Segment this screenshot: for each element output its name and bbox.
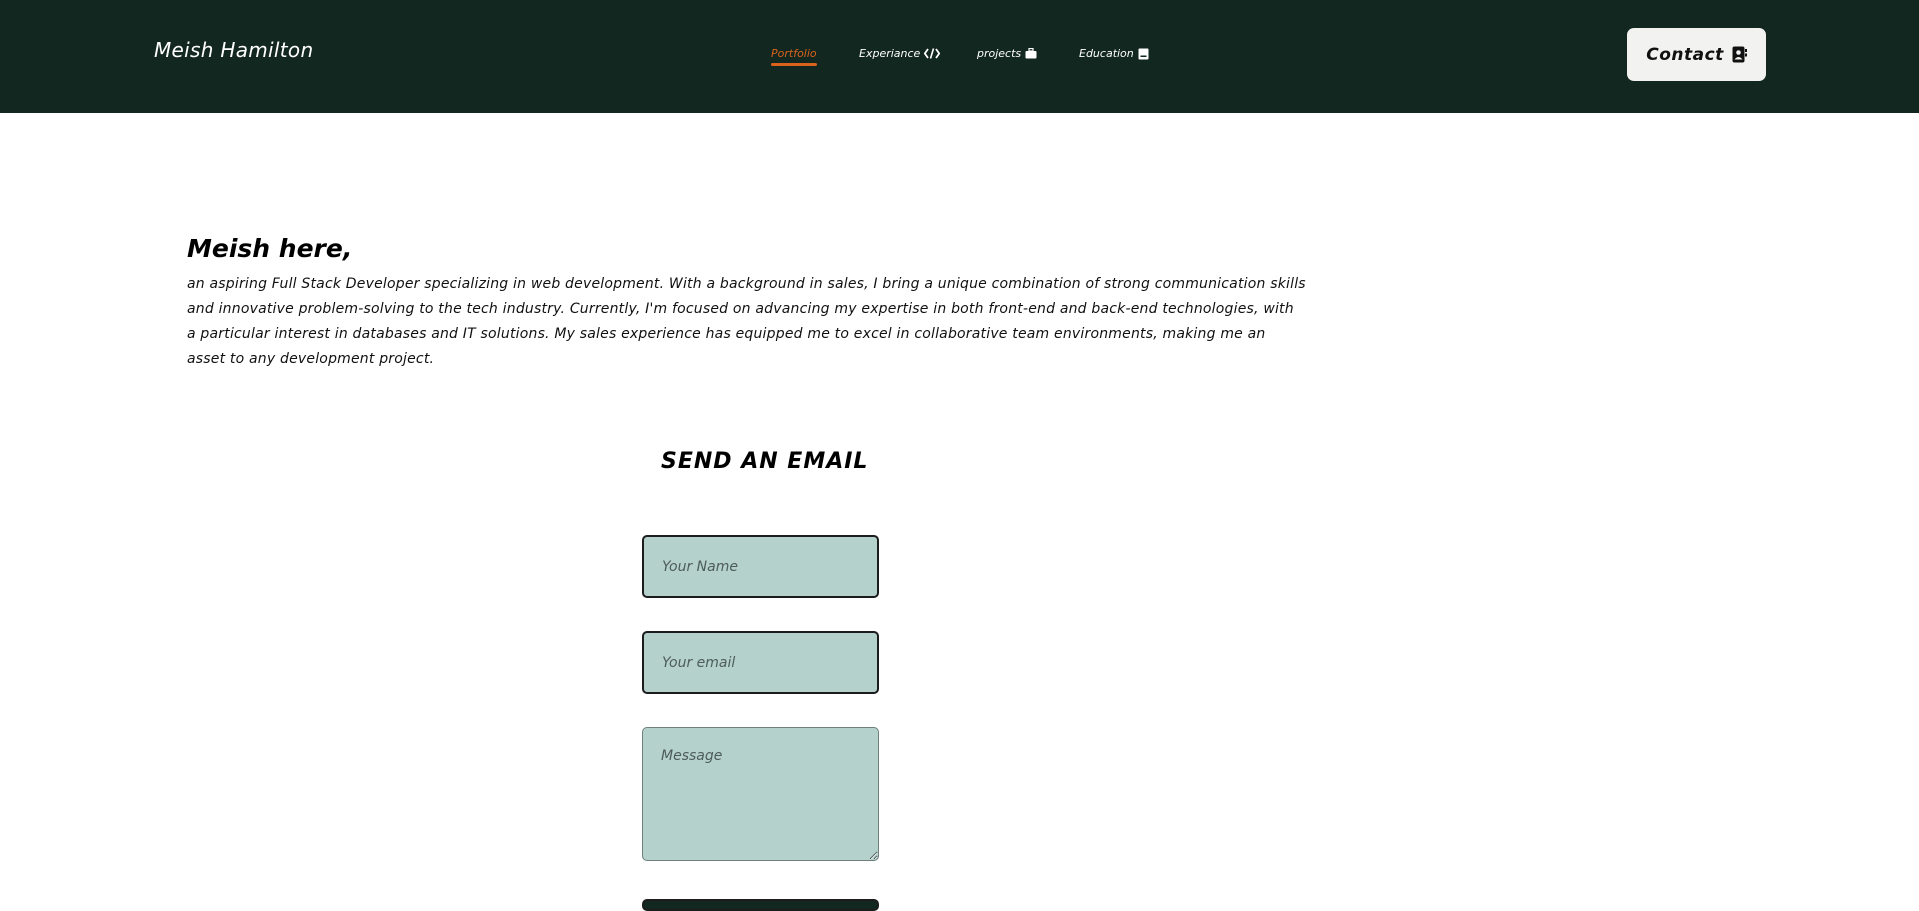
submit-button[interactable] <box>642 899 879 911</box>
briefcase-icon <box>1025 48 1037 59</box>
book-icon <box>1138 48 1149 60</box>
nav-link-education[interactable]: Education <box>1079 47 1149 60</box>
hero-description: an aspiring Full Stack Developer special… <box>187 276 1306 367</box>
email-input[interactable] <box>642 631 879 694</box>
form-title: SEND AN EMAIL <box>661 449 869 474</box>
nav-link-label: Portfolio <box>771 47 817 60</box>
brand-name[interactable]: Meish Hamilton <box>154 38 313 62</box>
nav-link-projects[interactable]: projects <box>977 47 1037 60</box>
message-textarea[interactable] <box>642 727 879 861</box>
contact-card-icon <box>1732 46 1747 63</box>
nav-link-portfolio[interactable]: Portfolio <box>771 47 817 66</box>
code-icon <box>924 48 941 59</box>
nav-link-experience[interactable]: Experiance <box>859 47 941 60</box>
contact-button[interactable]: Contact <box>1627 28 1766 81</box>
nav-link-label: Experiance <box>859 47 921 60</box>
name-input[interactable] <box>642 535 879 598</box>
navbar: Meish Hamilton Portfolio Experiance proj… <box>0 0 1919 113</box>
nav-link-label: Education <box>1079 47 1134 60</box>
hero-title: Meish here, <box>187 234 353 263</box>
contact-button-label: Contact <box>1646 44 1724 65</box>
nav-link-label: projects <box>977 47 1022 60</box>
